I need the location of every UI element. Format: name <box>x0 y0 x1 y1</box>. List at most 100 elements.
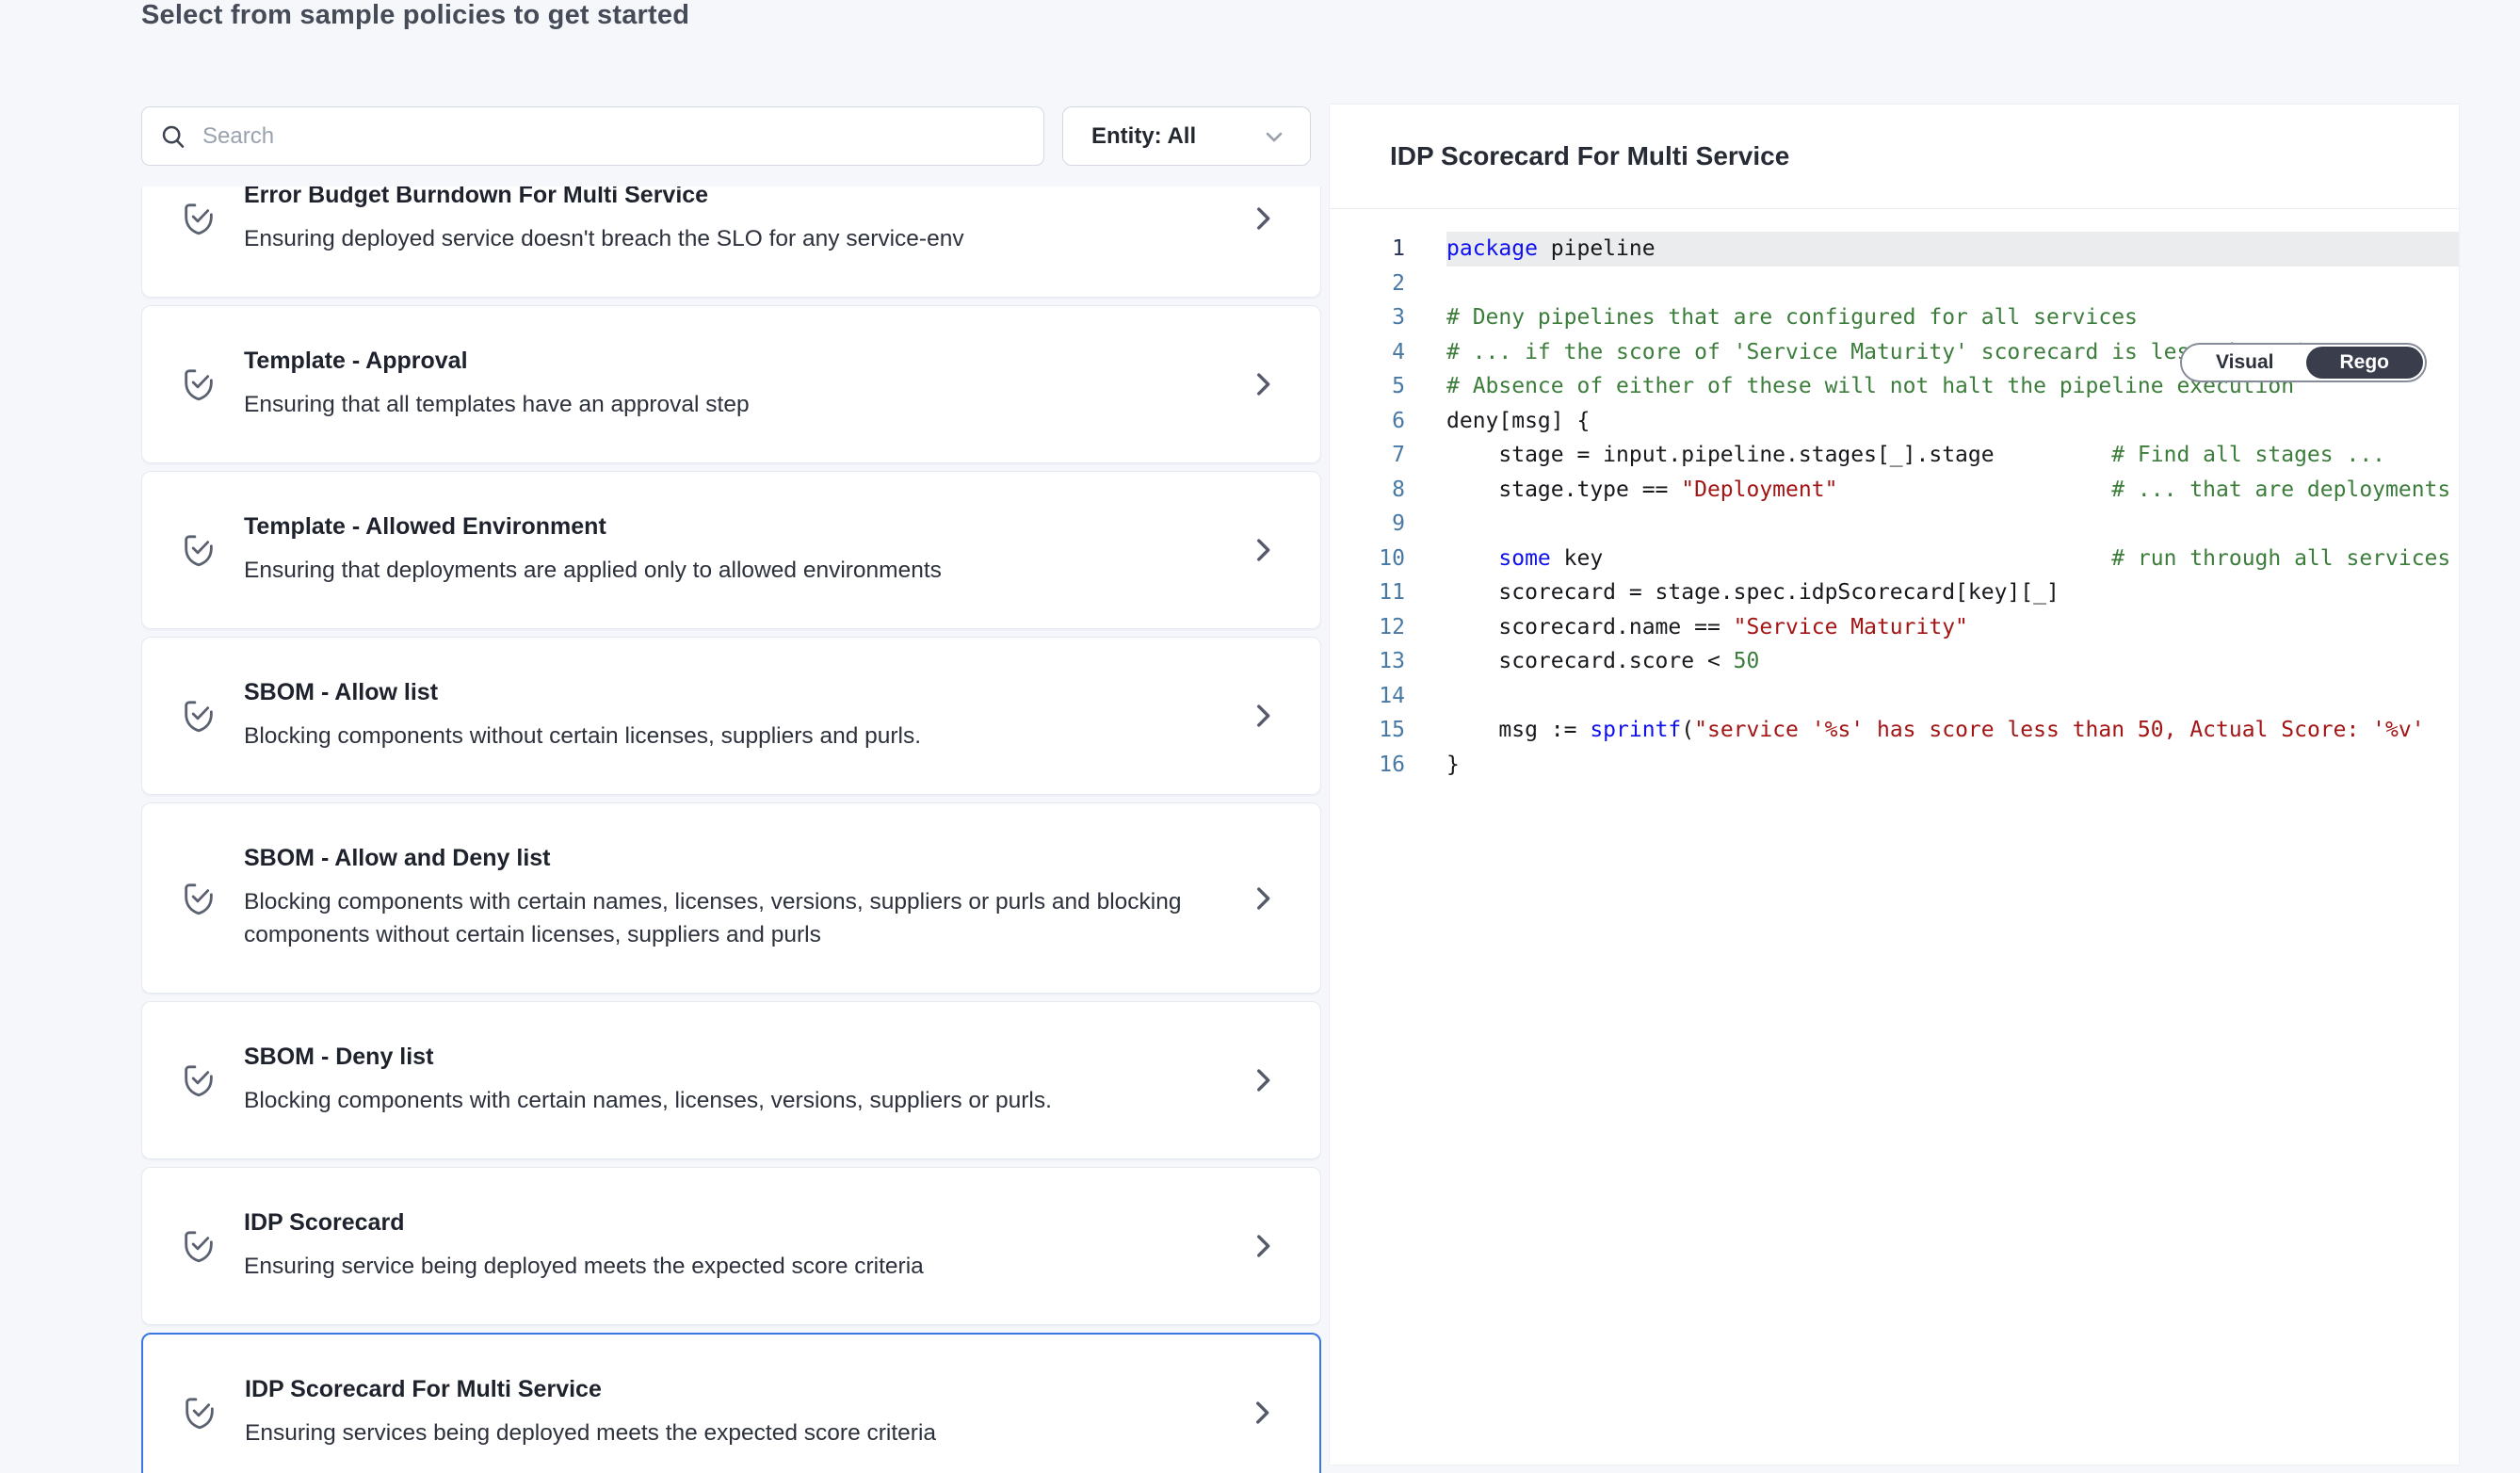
code-line-14: 14 <box>1330 679 2459 714</box>
policy-card-description: Blocking components with certain names, … <box>244 1084 1204 1117</box>
policy-card-title: SBOM - Allow list <box>244 679 1226 706</box>
line-number: 6 <box>1330 404 1405 439</box>
policy-card[interactable]: Error Budget Burndown For Multi ServiceE… <box>141 186 1321 298</box>
policy-card-chevron[interactable] <box>1247 1230 1279 1262</box>
policy-card-chevron[interactable] <box>1247 700 1279 732</box>
entity-filter-dropdown[interactable]: Entity: All <box>1062 106 1311 166</box>
code-text <box>1446 267 2459 301</box>
chevron-right-icon[interactable] <box>1247 1230 1279 1262</box>
policy-card-text: SBOM - Allow list Blocking components wit… <box>244 679 1226 753</box>
policy-card-description: Ensuring services being deployed meets t… <box>245 1416 1205 1449</box>
chevron-right-icon[interactable] <box>1247 202 1279 235</box>
code-token-str: "service '%s' has score less than 50, Ac… <box>1694 718 2424 742</box>
code-token-plain: } <box>1446 753 1460 777</box>
line-number: 4 <box>1330 335 1405 370</box>
code-token-kw: sprintf <box>1590 718 1681 742</box>
policy-card-text: IDP ScorecardEnsuring service being depl… <box>244 1209 1226 1283</box>
code-line-2: 2 <box>1330 267 2459 301</box>
code-line-1: 1 package pipeline <box>1330 232 2459 267</box>
line-number: 14 <box>1330 679 1405 714</box>
chevron-right-icon[interactable] <box>1246 1397 1278 1429</box>
code-token-plain <box>1837 478 2111 502</box>
policy-card-title: Template - Approval <box>244 348 1226 375</box>
policy-icon-wrap <box>180 1226 218 1266</box>
chevron-right-icon[interactable] <box>1247 882 1279 915</box>
search-input[interactable] <box>202 123 1026 150</box>
chevron-right-icon[interactable] <box>1247 700 1279 732</box>
policy-card-text: Error Budget Burndown For Multi ServiceE… <box>244 186 1226 255</box>
line-number: 9 <box>1330 507 1405 542</box>
line-number: 12 <box>1330 610 1405 645</box>
policy-preview-panel: IDP Scorecard For Multi Service Visual R… <box>1329 104 2460 1465</box>
policy-card[interactable]: SBOM - Allow list Blocking components wit… <box>141 637 1321 795</box>
shield-check-icon <box>181 1393 218 1433</box>
code-line-12: 12 scorecard.name == "Service Maturity" <box>1330 610 2459 645</box>
policy-card-chevron[interactable] <box>1247 1064 1279 1096</box>
policy-card[interactable]: Template - ApprovalEnsuring that all tem… <box>141 305 1321 463</box>
code-token-str: "Deployment" <box>1681 478 1837 502</box>
shield-check-icon <box>180 364 218 404</box>
line-number: 11 <box>1330 575 1405 610</box>
code-line-7: 7 stage = input.pipeline.stages[_].stage… <box>1330 438 2459 473</box>
policy-card[interactable]: SBOM - Deny list Blocking components with… <box>141 1001 1321 1159</box>
code-token-plain: stage.type == <box>1446 478 1681 502</box>
code-text: package pipeline <box>1446 232 2459 267</box>
code-token-plain: pipeline <box>1538 236 1656 261</box>
search-icon <box>159 122 187 151</box>
toggle-visual-button[interactable]: Visual <box>2184 347 2305 379</box>
code-token-plain: msg := <box>1446 718 1590 742</box>
policy-card-chevron[interactable] <box>1247 202 1279 235</box>
code-token-plain: deny[msg] { <box>1446 409 1590 433</box>
search-box[interactable] <box>141 106 1044 166</box>
policy-card-title: Template - Allowed Environment <box>244 513 1226 541</box>
code-line-8: 8 stage.type == "Deployment" # ... that … <box>1330 473 2459 508</box>
code-text: deny[msg] { <box>1446 404 2459 439</box>
policy-card-description: Blocking components without certain lice… <box>244 720 1204 753</box>
policy-card-title: SBOM - Deny list <box>244 1044 1226 1071</box>
code-line-6: 6 deny[msg] { <box>1330 404 2459 439</box>
code-token-num: 50 <box>1734 649 1760 673</box>
code-token-com: # Find all stages ... <box>2111 443 2385 467</box>
policy-card-title: Error Budget Burndown For Multi Service <box>244 186 1226 209</box>
line-number: 7 <box>1330 438 1405 473</box>
policy-card-chevron[interactable] <box>1247 534 1279 566</box>
policy-card[interactable]: SBOM - Allow and Deny listBlocking compo… <box>141 802 1321 994</box>
policy-card[interactable]: Template - Allowed Environment Ensuring t… <box>141 471 1321 629</box>
code-line-15: 15 msg := sprintf("service '%s' has scor… <box>1330 713 2459 748</box>
code-line-9: 9 <box>1330 507 2459 542</box>
policy-card-description: Ensuring that deployments are applied on… <box>244 554 1204 587</box>
code-text <box>1446 679 2459 714</box>
sample-policies-screen: Select from sample policies to get start… <box>0 0 2520 1473</box>
code-text: # Deny pipelines that are configured for… <box>1446 300 2459 335</box>
policy-card-text: IDP Scorecard For Multi Service Ensuring … <box>245 1376 1225 1449</box>
code-token-com: # run through all services <box>2111 546 2450 571</box>
chevron-right-icon[interactable] <box>1247 1064 1279 1096</box>
policy-card-description: Ensuring service being deployed meets th… <box>244 1250 1204 1283</box>
chevron-right-icon[interactable] <box>1247 534 1279 566</box>
policy-icon-wrap <box>180 1060 218 1100</box>
policy-card-chevron[interactable] <box>1247 368 1279 400</box>
code-text: scorecard = stage.spec.idpScorecard[key]… <box>1446 575 2459 610</box>
code-line-3: 3# Deny pipelines that are configured fo… <box>1330 300 2459 335</box>
code-text: stage.type == "Deployment" # ... that ar… <box>1446 473 2459 508</box>
code-token-kw: some <box>1498 546 1550 571</box>
code-token-plain: scorecard = stage.spec.idpScorecard[key]… <box>1446 580 2060 605</box>
policy-card-text: Template - ApprovalEnsuring that all tem… <box>244 348 1226 421</box>
shield-check-icon <box>180 199 218 238</box>
code-token-kw: package <box>1446 236 1538 261</box>
line-number: 15 <box>1330 713 1405 748</box>
chevron-down-icon <box>1261 123 1287 150</box>
shield-check-icon <box>180 1060 218 1100</box>
policy-icon-wrap <box>180 879 218 918</box>
policy-icon-wrap <box>180 530 218 570</box>
policy-card-chevron[interactable] <box>1247 882 1279 915</box>
policy-card[interactable]: IDP ScorecardEnsuring service being depl… <box>141 1167 1321 1325</box>
toggle-rego-button[interactable]: Rego <box>2306 347 2424 379</box>
policy-card[interactable]: IDP Scorecard For Multi Service Ensuring … <box>141 1333 1321 1473</box>
policy-card-description: Blocking components with certain names, … <box>244 885 1204 951</box>
policy-card-title: IDP Scorecard For Multi Service <box>245 1376 1225 1403</box>
chevron-right-icon[interactable] <box>1247 368 1279 400</box>
policy-card-chevron[interactable] <box>1246 1397 1278 1429</box>
line-number: 1 <box>1330 232 1405 267</box>
code-text: msg := sprintf("service '%s' has score l… <box>1446 713 2459 748</box>
